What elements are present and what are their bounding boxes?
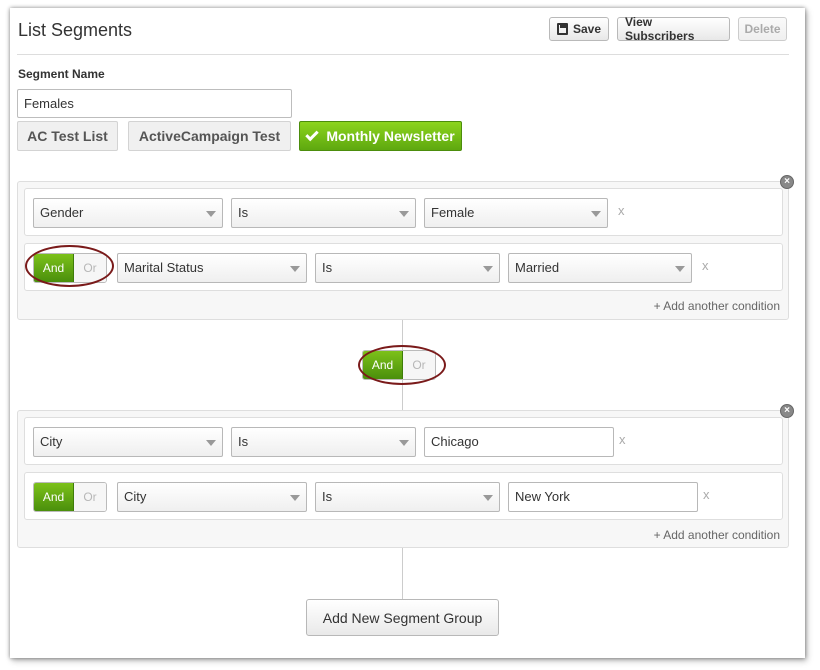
- value-select[interactable]: Female: [424, 198, 608, 228]
- save-button[interactable]: Save: [549, 17, 609, 41]
- segment-group-1: Gender Is Female x And Or Marital Status: [17, 181, 789, 320]
- chevron-down-icon: [675, 266, 685, 272]
- segment-name-label: Segment Name: [18, 67, 105, 81]
- checkmark-icon: [305, 127, 320, 141]
- condition-row: City Is Chicago x: [24, 417, 783, 465]
- close-icon[interactable]: ×: [780, 404, 794, 418]
- chevron-down-icon: [591, 211, 601, 217]
- chevron-down-icon: [483, 266, 493, 272]
- chevron-down-icon: [206, 440, 216, 446]
- chevron-down-icon: [290, 495, 300, 501]
- remove-condition-icon[interactable]: x: [702, 258, 709, 273]
- operator-select-value: Is: [238, 434, 249, 449]
- floppy-disk-icon: [557, 23, 568, 35]
- condition-row: And Or City Is New York x: [24, 472, 783, 520]
- list-tag-activecampaign-test[interactable]: ActiveCampaign Test: [128, 121, 291, 151]
- highlight-oval: [25, 245, 114, 287]
- value-input[interactable]: New York: [508, 482, 698, 512]
- value-input[interactable]: Chicago: [424, 427, 614, 457]
- close-icon[interactable]: ×: [780, 175, 794, 189]
- and-option[interactable]: And: [34, 483, 74, 511]
- list-tag-ac-test-list[interactable]: AC Test List: [17, 121, 118, 151]
- operator-select[interactable]: Is: [231, 198, 416, 228]
- condition-row: Gender Is Female x: [24, 188, 783, 236]
- remove-condition-icon[interactable]: x: [619, 432, 626, 447]
- and-or-toggle[interactable]: And Or: [33, 482, 107, 512]
- operator-select[interactable]: Is: [231, 427, 416, 457]
- field-select[interactable]: City: [117, 482, 307, 512]
- field-select-value: Gender: [40, 205, 84, 220]
- page-title: List Segments: [18, 20, 133, 40]
- add-condition-link[interactable]: + Add another condition: [654, 528, 780, 542]
- add-segment-group-button[interactable]: Add New Segment Group: [306, 599, 499, 636]
- add-condition-link[interactable]: + Add another condition: [654, 299, 780, 313]
- operator-select-value: Is: [322, 260, 333, 275]
- chevron-down-icon: [290, 266, 300, 272]
- field-select-value: City: [40, 434, 63, 449]
- save-label: Save: [572, 22, 601, 36]
- segment-name-input[interactable]: [17, 89, 292, 118]
- value-select[interactable]: Married: [508, 253, 692, 283]
- operator-select-value: Is: [238, 205, 249, 220]
- value-select-value: Married: [515, 260, 560, 275]
- condition-row: And Or Marital Status Is Married x: [24, 243, 783, 291]
- view-subscribers-button[interactable]: View Subscribers: [617, 15, 730, 43]
- segment-group-2: City Is Chicago x And Or City Is New Yor…: [17, 410, 789, 548]
- operator-select[interactable]: Is: [315, 482, 500, 512]
- chevron-down-icon: [206, 211, 216, 217]
- or-option[interactable]: Or: [74, 483, 106, 511]
- operator-select-value: Is: [322, 489, 333, 504]
- value-select-value: Female: [431, 205, 475, 220]
- field-select[interactable]: Gender: [33, 198, 223, 228]
- chevron-down-icon: [483, 495, 493, 501]
- field-select-value: City: [124, 489, 147, 504]
- chevron-down-icon: [399, 440, 409, 446]
- connector-line: [402, 548, 403, 599]
- list-tag-label: Monthly Newsletter: [326, 128, 455, 144]
- chevron-down-icon: [399, 211, 409, 217]
- remove-condition-icon[interactable]: x: [618, 203, 625, 218]
- list-tag-monthly-newsletter[interactable]: Monthly Newsletter: [299, 121, 462, 151]
- highlight-oval: [358, 345, 446, 385]
- delete-button[interactable]: Delete: [738, 17, 787, 41]
- field-select[interactable]: City: [33, 427, 223, 457]
- header-divider: [17, 54, 789, 55]
- field-select[interactable]: Marital Status: [117, 253, 307, 283]
- segment-editor-panel: List Segments Save View Subscribers Dele…: [10, 8, 805, 658]
- operator-select[interactable]: Is: [315, 253, 500, 283]
- remove-condition-icon[interactable]: x: [703, 487, 710, 502]
- field-select-value: Marital Status: [124, 260, 204, 275]
